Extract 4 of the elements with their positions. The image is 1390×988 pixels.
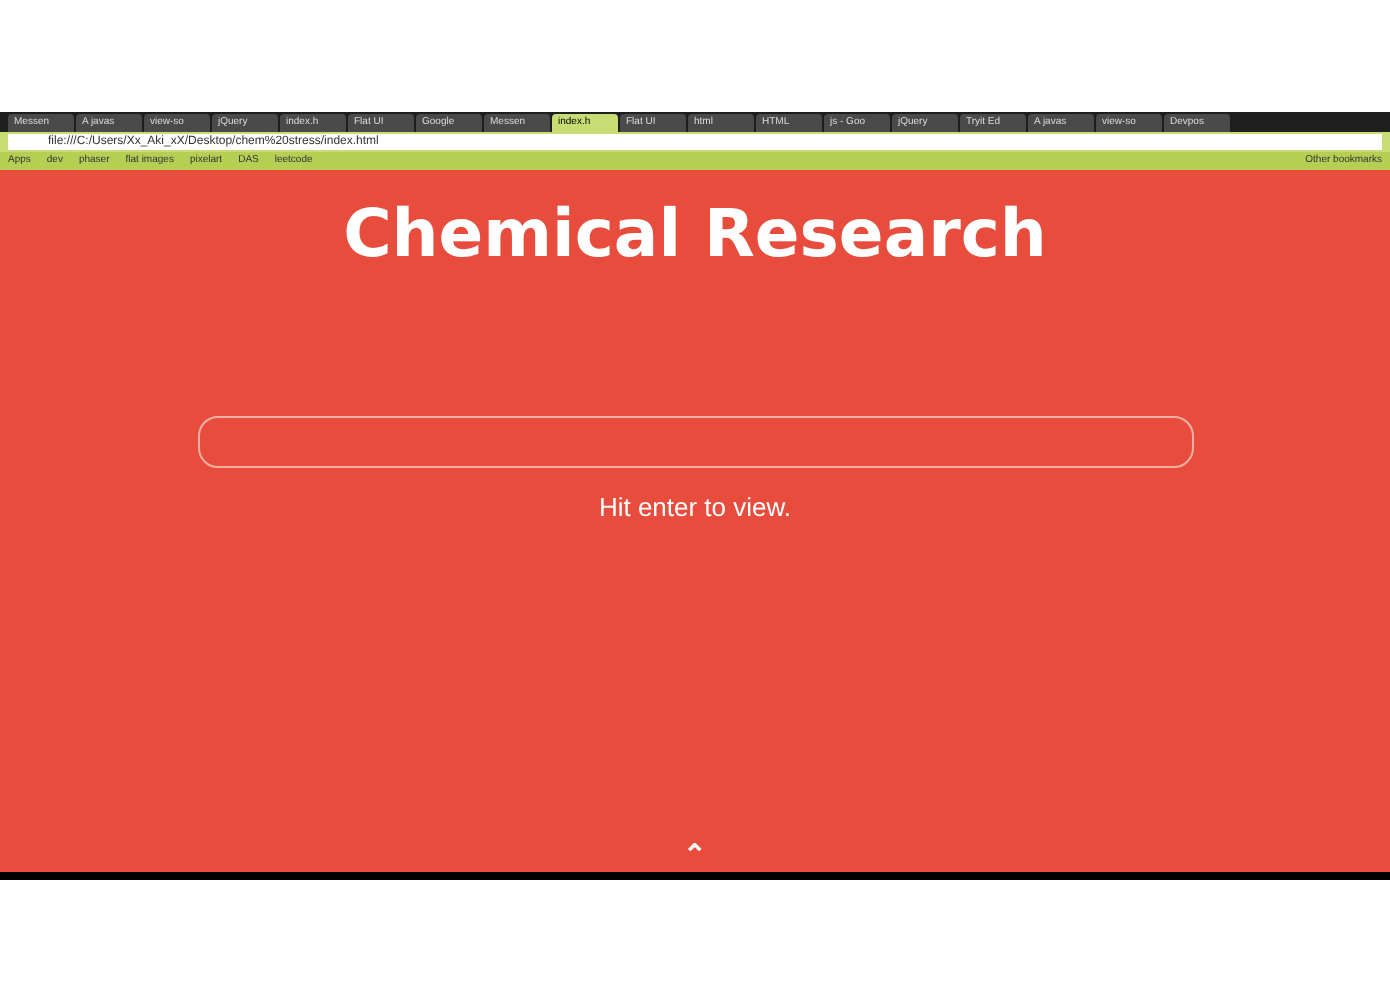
page-title: Chemical Research: [343, 192, 1047, 276]
hint-text: Hit enter to view.: [598, 490, 792, 526]
scroll-up-button[interactable]: ⌃: [683, 840, 707, 868]
search-field[interactable]: [197, 416, 1193, 468]
